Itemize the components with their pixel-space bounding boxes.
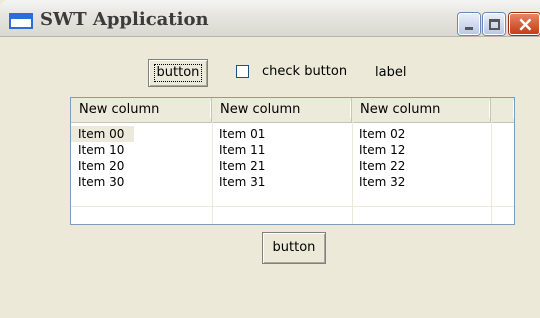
bottom-button[interactable]: button <box>262 232 326 264</box>
check-button-label[interactable]: check button <box>262 64 347 79</box>
column-header-2[interactable]: New column <box>212 98 352 122</box>
table-cell[interactable]: Item 12 <box>352 142 405 158</box>
items-table[interactable]: New column New column New column Item 00… <box>70 97 515 225</box>
table-cell[interactable]: Item 22 <box>352 158 405 174</box>
close-icon: × <box>517 12 534 36</box>
column-header-1[interactable]: New column <box>71 98 212 122</box>
table-row[interactable]: Item 30 Item 31 Item 32 <box>71 174 514 190</box>
table-cell[interactable]: Item 31 <box>212 174 265 190</box>
table-cell[interactable]: Item 02 <box>352 126 405 142</box>
minimize-button[interactable] <box>458 13 480 35</box>
table-cell[interactable]: Item 20 <box>71 158 124 174</box>
app-window-icon <box>9 13 33 29</box>
table-header: New column New column New column <box>71 98 514 123</box>
check-button-box[interactable] <box>236 65 249 78</box>
table-cell[interactable]: Item 30 <box>71 174 124 190</box>
table-cell[interactable]: Item 11 <box>212 142 265 158</box>
table-row[interactable]: Item 00 Item 01 Item 02 <box>71 126 514 142</box>
window-title: SWT Application <box>40 9 209 30</box>
swt-application-window: SWT Application × button check button la… <box>0 0 540 318</box>
maximize-button[interactable] <box>483 13 505 35</box>
minimize-icon <box>465 27 473 30</box>
static-label: label <box>375 65 407 80</box>
maximize-icon <box>489 19 500 30</box>
table-row[interactable]: Item 20 Item 21 Item 22 <box>71 158 514 174</box>
table-cell-selected[interactable]: Item 00 <box>71 126 135 142</box>
table-cell[interactable]: Item 10 <box>71 142 124 158</box>
top-button-label: button <box>153 64 203 82</box>
column-header-filler <box>491 98 514 122</box>
table-cell[interactable]: Item 01 <box>212 126 265 142</box>
title-bar[interactable]: SWT Application × <box>0 0 540 37</box>
column-header-3[interactable]: New column <box>352 98 491 122</box>
table-cell[interactable]: Item 32 <box>352 174 405 190</box>
empty-row-line <box>71 206 514 207</box>
table-cell[interactable]: Item 21 <box>212 158 265 174</box>
close-button[interactable]: × <box>509 12 540 36</box>
table-row[interactable]: Item 10 Item 11 Item 12 <box>71 142 514 158</box>
top-button[interactable]: button <box>148 59 208 87</box>
bottom-button-label: button <box>272 240 316 255</box>
